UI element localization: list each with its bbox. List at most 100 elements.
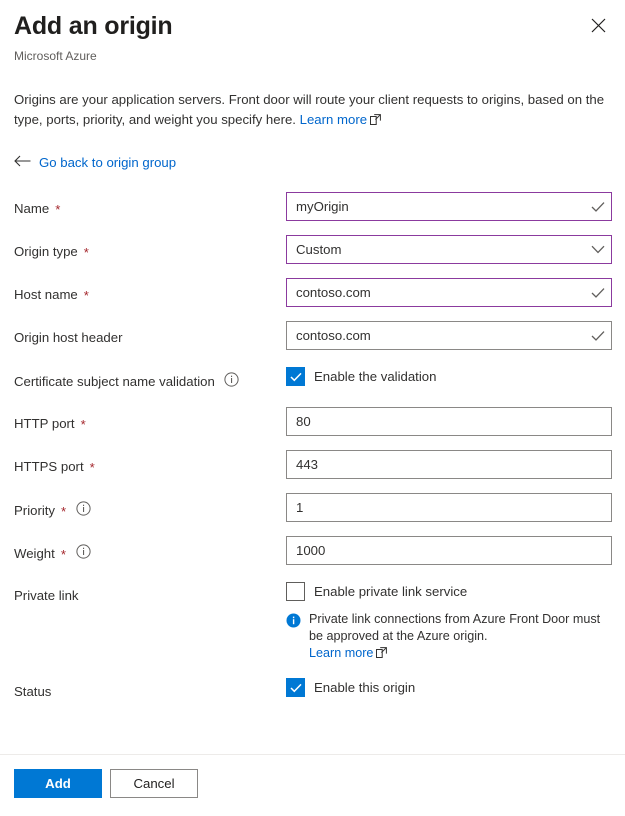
origin-type-dropdown[interactable]: Custom [286, 235, 612, 264]
private-link-learn-more-link[interactable]: Learn more [309, 646, 373, 660]
form-row-priority: Priority * 1 [0, 493, 625, 536]
label-origin-type: Origin type * [14, 235, 286, 261]
origin-host-header-input-value[interactable]: contoso.com [296, 328, 591, 343]
panel-subtitle: Microsoft Azure [14, 48, 611, 64]
arrow-left-icon [14, 155, 31, 170]
info-circle-filled-icon [286, 611, 302, 663]
http-port-input-value[interactable]: 80 [296, 414, 605, 429]
field-name: myOrigin [286, 192, 611, 221]
enable-this-origin-checkbox-label: Enable this origin [314, 679, 415, 697]
field-host-name: contoso.com [286, 278, 611, 307]
close-icon [591, 18, 606, 33]
label-name-text: Name [14, 200, 49, 218]
label-http-port-text: HTTP port [14, 415, 75, 433]
label-certificate-subject-name-validation: Certificate subject name validation [14, 364, 286, 392]
priority-input[interactable]: 1 [286, 493, 612, 522]
required-asterisk: * [60, 548, 66, 561]
weight-input[interactable]: 1000 [286, 536, 612, 565]
field-https-port: 443 [286, 450, 611, 479]
field-certificate-subject-name-validation: Enable the validation [286, 364, 611, 386]
add-origin-panel: Add an origin Microsoft Azure Origins ar… [0, 0, 625, 816]
private-link-note-body: Private link connections from Azure Fron… [309, 611, 611, 663]
origin-form: Name * myOrigin Origin type * Custom [0, 192, 625, 754]
label-priority: Priority * [14, 493, 286, 521]
go-back-link-label[interactable]: Go back to origin group [39, 155, 176, 170]
enable-private-link-checkbox[interactable] [286, 582, 305, 601]
form-row-origin-host-header: Origin host header contoso.com [0, 321, 625, 364]
add-button[interactable]: Add [14, 769, 102, 798]
required-asterisk: * [80, 418, 86, 431]
panel-description: Origins are your application servers. Fr… [14, 90, 611, 131]
checkmark-icon [591, 287, 605, 299]
private-link-info-note: Private link connections from Azure Fron… [286, 611, 611, 663]
go-back-to-origin-group-link[interactable]: Go back to origin group [14, 155, 176, 170]
label-host-name: Host name * [14, 278, 286, 304]
label-certificate-subject-name-validation-text: Certificate subject name validation [14, 373, 215, 391]
form-row-host-name: Host name * contoso.com [0, 278, 625, 321]
label-https-port-text: HTTPS port [14, 458, 84, 476]
required-asterisk: * [83, 246, 89, 259]
private-link-note-text: Private link connections from Azure Fron… [309, 612, 600, 643]
chevron-down-icon [591, 245, 605, 254]
info-circle-outline-icon[interactable] [76, 501, 91, 521]
checkmark-icon [591, 330, 605, 342]
required-asterisk: * [89, 461, 95, 474]
origin-type-selected-value: Custom [296, 242, 591, 257]
label-name: Name * [14, 192, 286, 218]
enable-private-link-checkbox-row[interactable]: Enable private link service [286, 579, 611, 601]
form-row-https-port: HTTPS port * 443 [0, 450, 625, 493]
external-link-icon [370, 111, 381, 131]
page-title: Add an origin [14, 10, 611, 42]
form-row-name: Name * myOrigin [0, 192, 625, 235]
priority-input-value[interactable]: 1 [296, 500, 605, 515]
form-row-certificate-subject-name-validation: Certificate subject name validation Enab… [0, 364, 625, 407]
form-row-http-port: HTTP port * 80 [0, 407, 625, 450]
field-origin-host-header: contoso.com [286, 321, 611, 350]
panel-footer: Add Cancel [0, 754, 625, 816]
field-status: Enable this origin [286, 675, 611, 697]
host-name-input[interactable]: contoso.com [286, 278, 612, 307]
enable-this-origin-checkbox-row[interactable]: Enable this origin [286, 675, 611, 697]
form-row-status: Status Enable this origin [0, 675, 625, 718]
form-row-private-link: Private link Enable private link service [0, 579, 625, 675]
label-private-link: Private link [14, 579, 286, 605]
name-input-value[interactable]: myOrigin [296, 199, 591, 214]
required-asterisk: * [83, 289, 89, 302]
field-origin-type: Custom [286, 235, 611, 264]
label-weight: Weight * [14, 536, 286, 564]
https-port-input-value[interactable]: 443 [296, 457, 605, 472]
enable-this-origin-checkbox[interactable] [286, 678, 305, 697]
panel-header: Add an origin Microsoft Azure [0, 0, 625, 64]
field-priority: 1 [286, 493, 611, 522]
label-origin-host-header: Origin host header [14, 321, 286, 347]
field-private-link: Enable private link service Private link… [286, 579, 611, 663]
label-https-port: HTTPS port * [14, 450, 286, 476]
name-input[interactable]: myOrigin [286, 192, 612, 221]
form-row-origin-type: Origin type * Custom [0, 235, 625, 278]
info-circle-outline-icon[interactable] [76, 544, 91, 564]
host-name-input-value[interactable]: contoso.com [296, 285, 591, 300]
label-weight-text: Weight [14, 545, 55, 563]
enable-private-link-checkbox-label: Enable private link service [314, 583, 467, 601]
external-link-icon [376, 646, 387, 663]
label-status: Status [14, 675, 286, 701]
http-port-input[interactable]: 80 [286, 407, 612, 436]
checkmark-icon [591, 201, 605, 213]
label-priority-text: Priority [14, 502, 55, 520]
https-port-input[interactable]: 443 [286, 450, 612, 479]
label-origin-type-text: Origin type [14, 243, 78, 261]
description-learn-more-link[interactable]: Learn more [300, 112, 367, 127]
label-origin-host-header-text: Origin host header [14, 329, 123, 347]
weight-input-value[interactable]: 1000 [296, 543, 605, 558]
enable-validation-checkbox[interactable] [286, 367, 305, 386]
footer-buttons: Add Cancel [14, 769, 611, 798]
info-circle-outline-icon[interactable] [224, 372, 239, 392]
origin-host-header-input[interactable]: contoso.com [286, 321, 612, 350]
cancel-button[interactable]: Cancel [110, 769, 198, 798]
required-asterisk: * [54, 203, 60, 216]
field-weight: 1000 [286, 536, 611, 565]
field-http-port: 80 [286, 407, 611, 436]
enable-validation-checkbox-row[interactable]: Enable the validation [286, 364, 611, 386]
close-button[interactable] [583, 10, 613, 40]
required-asterisk: * [60, 505, 66, 518]
